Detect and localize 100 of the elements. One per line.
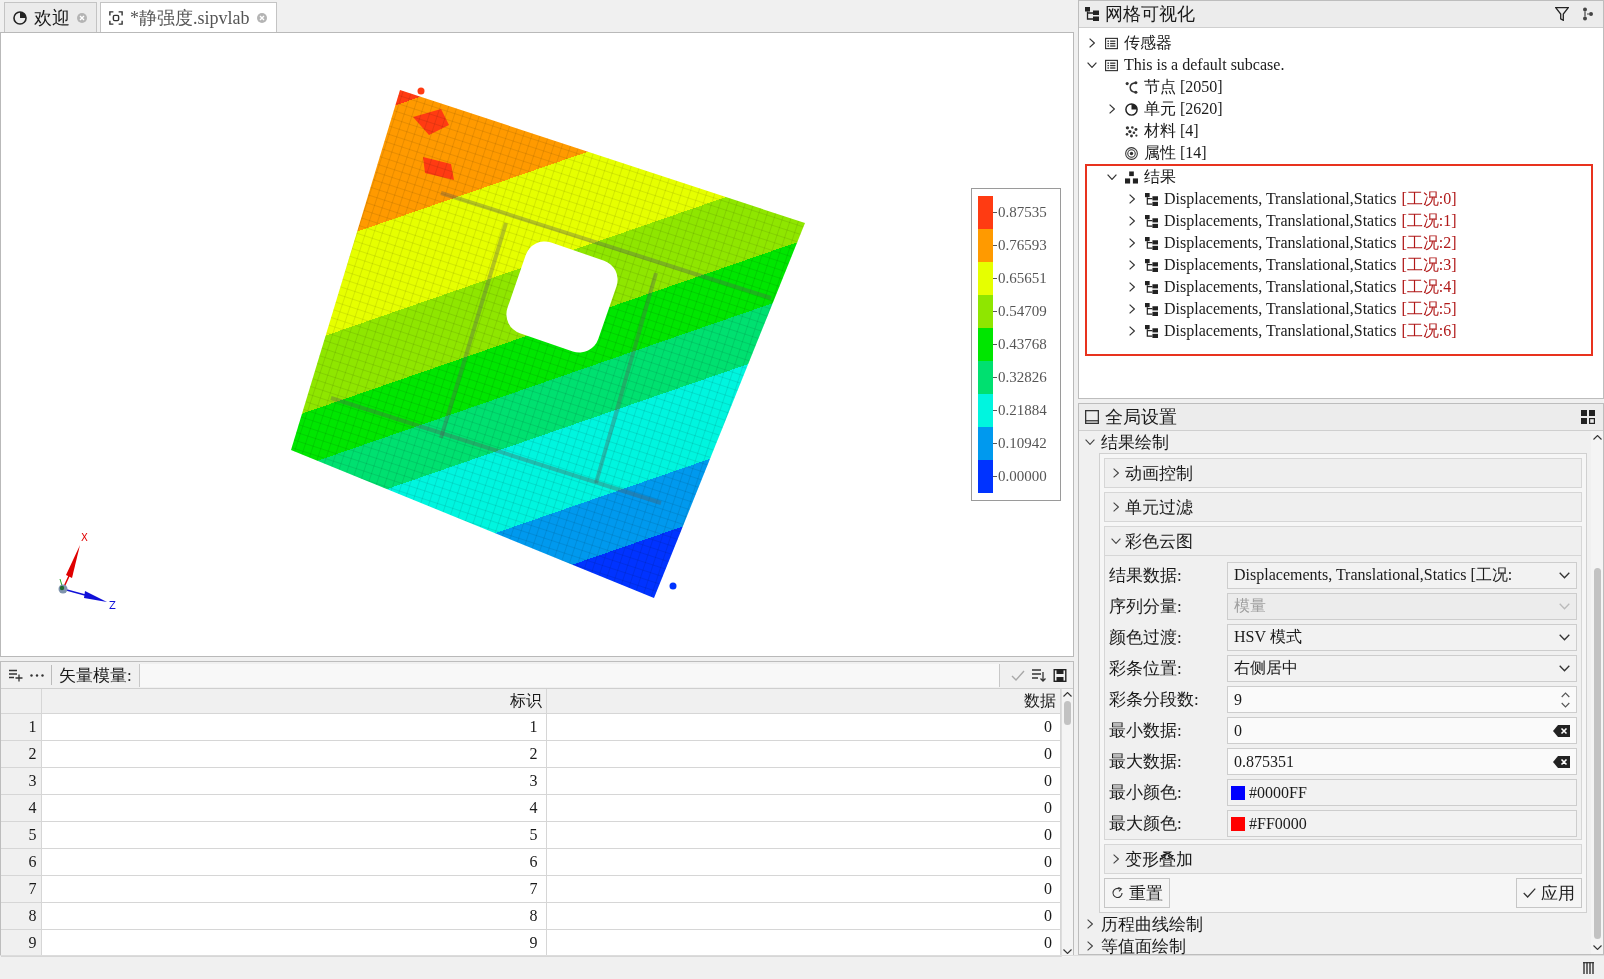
table-cell: 5 — [41, 821, 546, 849]
scrollbar-thumb[interactable] — [1064, 701, 1071, 725]
grid-icon[interactable] — [1581, 410, 1595, 424]
chevron-down-icon[interactable] — [1085, 439, 1095, 445]
list-add-icon[interactable] — [9, 668, 23, 682]
node-link-icon — [1125, 80, 1138, 94]
scroll-up-icon[interactable] — [1063, 692, 1072, 697]
tree-item[interactable]: Displacements, Translational,Statics [工况:2] — [1127, 232, 1457, 254]
dropdown[interactable]: HSV 模式 — [1227, 624, 1577, 651]
scroll-down-icon[interactable] — [1063, 949, 1072, 954]
group-header[interactable]: 单元过滤 — [1104, 492, 1582, 522]
chevron-right-icon[interactable] — [1129, 260, 1135, 270]
table-cell: 0 — [546, 848, 1061, 876]
tree-item[interactable]: Displacements, Translational,Statics [工况:0] — [1127, 188, 1457, 210]
column-header[interactable]: 数据 — [546, 689, 1061, 714]
check-icon — [1523, 887, 1536, 899]
tree-item[interactable]: This is a default subcase. — [1087, 54, 1285, 76]
tab[interactable]: 欢迎 — [4, 2, 97, 32]
group-header[interactable]: 彩色云图 — [1104, 526, 1582, 556]
refresh-icon — [1111, 887, 1124, 899]
scrollbar-thumb[interactable] — [1593, 568, 1601, 939]
row-header: 4 — [1, 794, 41, 822]
tree-item[interactable]: 材料 [4] — [1107, 120, 1199, 142]
filter-icon[interactable] — [1555, 7, 1569, 21]
field-label: 序列分量: — [1109, 596, 1183, 618]
target-icon — [1125, 146, 1138, 160]
chevron-right-icon[interactable] — [1129, 282, 1135, 292]
section-header[interactable]: 历程曲线绘制 — [1085, 912, 1203, 936]
tree-item[interactable]: 节点 [2050] — [1107, 76, 1223, 98]
dropdown[interactable]: 右侧居中 — [1227, 655, 1577, 682]
color-picker[interactable]: #0000FF — [1227, 779, 1577, 806]
legend-label: 0.32826 — [998, 369, 1047, 386]
spin-box[interactable]: 9 — [1227, 686, 1577, 713]
reset-button[interactable]: 重置 — [1104, 878, 1170, 908]
caret-icon[interactable] — [1559, 572, 1570, 579]
row-header: 6 — [1, 848, 41, 876]
legend-label: 0.00000 — [998, 468, 1047, 485]
chevron-down-icon[interactable] — [1107, 174, 1117, 180]
input-field[interactable]: 0 — [1227, 717, 1577, 744]
input-field[interactable]: 0.875351 — [1227, 748, 1577, 775]
chevron-right-icon[interactable] — [1113, 502, 1119, 512]
chevron-right-icon[interactable] — [1129, 216, 1135, 226]
chevron-right-icon[interactable] — [1109, 104, 1115, 114]
scroll-down-icon[interactable] — [1592, 945, 1602, 950]
chevron-down-icon[interactable] — [1087, 62, 1097, 68]
section-header[interactable]: 等值面绘制 — [1085, 934, 1186, 958]
tree-item[interactable]: Displacements, Translational,Statics [工况:1] — [1127, 210, 1457, 232]
clear-icon[interactable] — [1553, 724, 1570, 737]
apply-button[interactable]: 应用 — [1516, 878, 1582, 908]
row-header: 2 — [1, 740, 41, 768]
list-icon — [1105, 36, 1118, 50]
field-label: 彩条位置: — [1109, 658, 1183, 680]
square-icon[interactable] — [1085, 410, 1099, 424]
tree-item[interactable]: 结果 — [1107, 166, 1176, 188]
chevron-right-icon[interactable] — [1129, 326, 1135, 336]
row-header: 8 — [1, 902, 41, 930]
sort-icon[interactable] — [1032, 668, 1046, 682]
stepper-arrows-icon[interactable] — [1561, 691, 1570, 708]
caret-icon[interactable] — [1559, 634, 1570, 641]
column-header[interactable]: 标识 — [41, 689, 546, 714]
chevron-right-icon[interactable] — [1129, 304, 1135, 314]
chevron-right-icon[interactable] — [1087, 941, 1093, 951]
row-header: 5 — [1, 821, 41, 849]
group-header[interactable]: 动画控制 — [1104, 458, 1582, 488]
tab[interactable]: *静强度.sipvlab — [100, 2, 277, 32]
field-label: 最大数据: — [1109, 751, 1183, 773]
options-icon[interactable] — [1581, 7, 1595, 21]
clear-icon[interactable] — [1553, 755, 1570, 768]
tree-item[interactable]: Displacements, Translational,Statics [工况:5] — [1127, 298, 1457, 320]
chevron-right-icon[interactable] — [1113, 468, 1119, 478]
scroll-up-icon[interactable] — [1592, 435, 1602, 440]
save-icon[interactable] — [1053, 668, 1067, 682]
hierarchy-icon — [1085, 7, 1099, 21]
tree-item[interactable]: Displacements, Translational,Statics [工况:3] — [1127, 254, 1457, 276]
more-icon[interactable] — [30, 673, 44, 677]
caret-icon[interactable] — [1559, 665, 1570, 672]
section-header[interactable]: 结果绘制 — [1085, 430, 1169, 454]
chevron-right-icon[interactable] — [1129, 194, 1135, 204]
tree-item[interactable]: 传感器 — [1087, 32, 1172, 54]
check-icon[interactable] — [1011, 668, 1025, 682]
bars-icon[interactable] — [1583, 961, 1595, 974]
tree-item[interactable]: Displacements, Translational,Statics [工况:4] — [1127, 276, 1457, 298]
chevron-down-icon[interactable] — [1111, 538, 1121, 544]
vertical-scrollbar[interactable] — [1591, 431, 1603, 954]
tree-item[interactable]: 属性 [14] — [1107, 142, 1207, 164]
chevron-right-icon[interactable] — [1087, 919, 1093, 929]
chevron-right-icon[interactable] — [1129, 238, 1135, 248]
axis-label: X — [81, 532, 88, 543]
tree-item[interactable]: Displacements, Translational,Statics [工况:6] — [1127, 320, 1457, 342]
dropdown[interactable]: Displacements, Translational,Statics [工况: — [1227, 562, 1577, 589]
chevron-right-icon[interactable] — [1089, 38, 1095, 48]
color-picker[interactable]: #FF0000 — [1227, 810, 1577, 837]
table-cell: 9 — [41, 929, 546, 957]
vertical-scrollbar[interactable] — [1061, 689, 1073, 957]
input-field[interactable] — [138, 663, 1000, 687]
group-header[interactable]: 变形叠加 — [1104, 844, 1582, 874]
tree-item[interactable]: 单元 [2620] — [1107, 98, 1223, 120]
hierarchy-icon — [1145, 324, 1158, 338]
chevron-right-icon[interactable] — [1113, 854, 1119, 864]
hierarchy-icon — [1145, 214, 1158, 228]
